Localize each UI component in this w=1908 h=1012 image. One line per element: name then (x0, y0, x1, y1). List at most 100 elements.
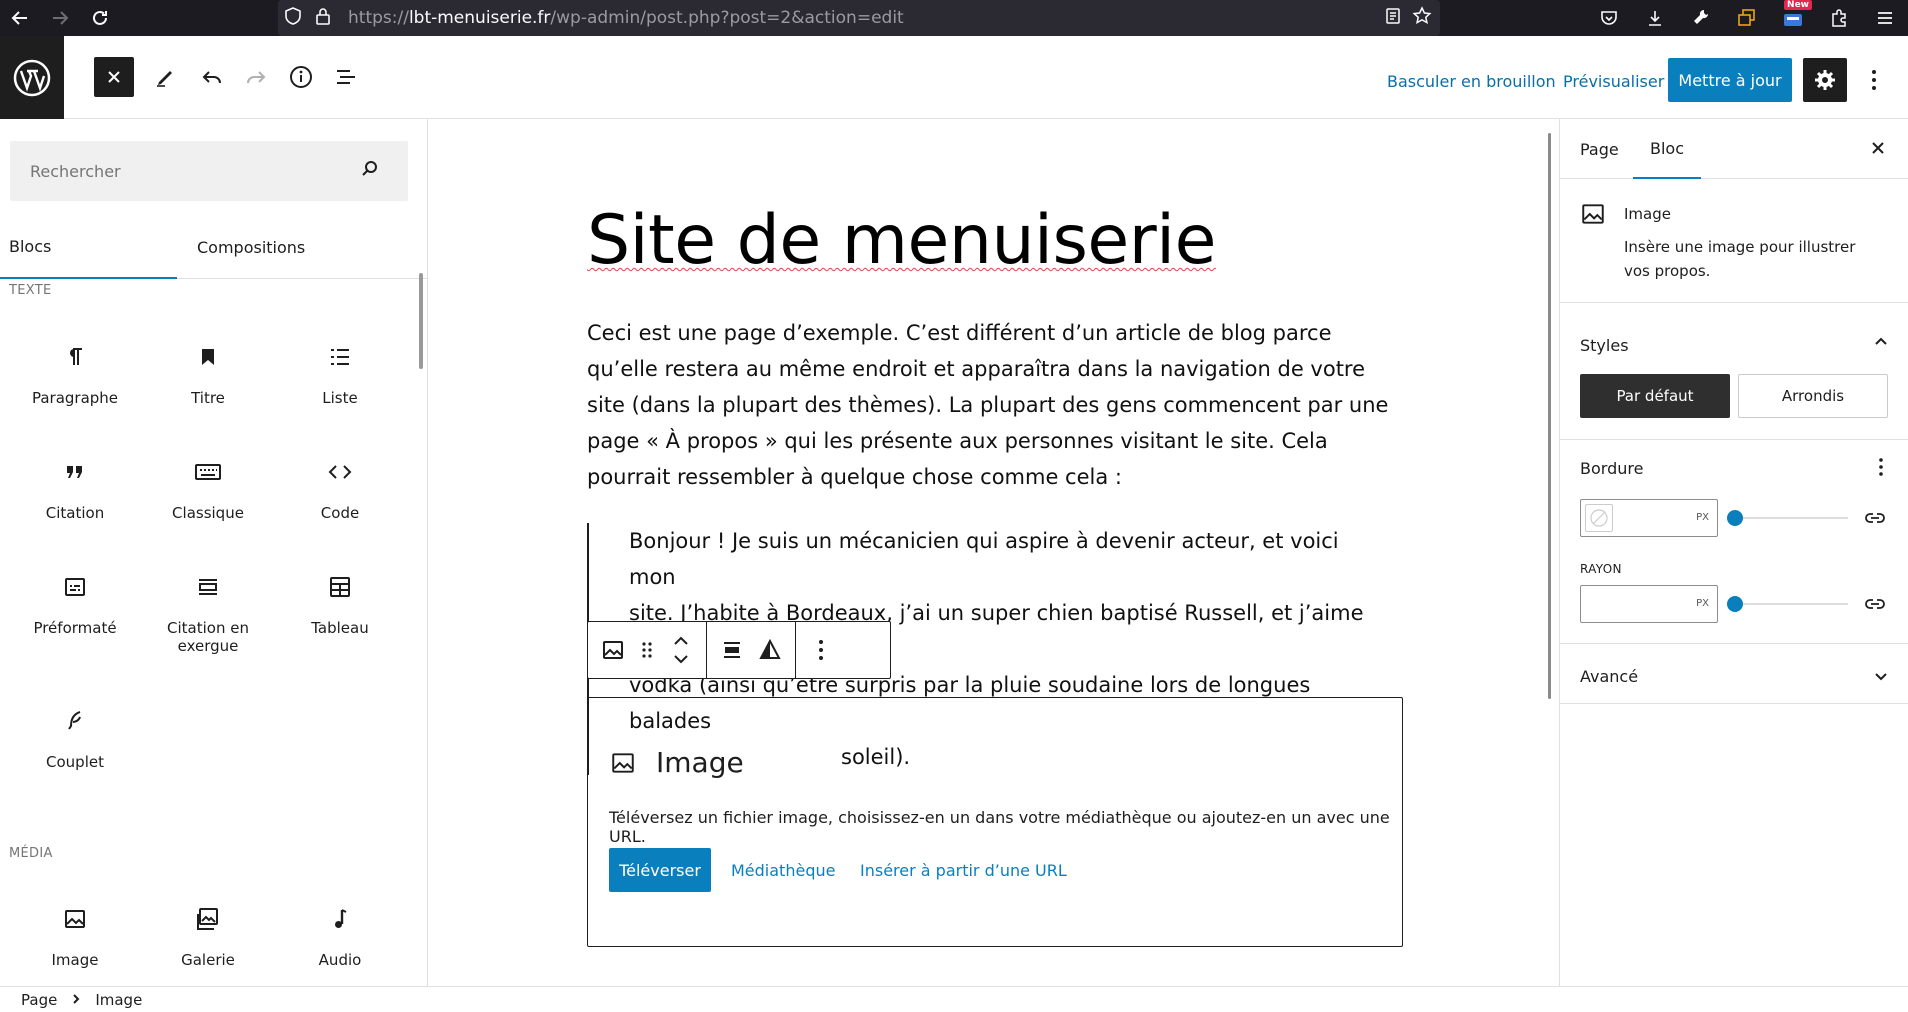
radius-slider-track[interactable] (1732, 603, 1848, 605)
media-library-button[interactable]: Médiathèque (731, 861, 835, 880)
extension-new-icon[interactable]: New (1770, 0, 1816, 36)
image-block-placeholder[interactable]: Image Téléversez un fichier image, chois… (587, 697, 1403, 947)
wordpress-logo-icon[interactable] (0, 36, 64, 119)
block-type-button[interactable] (594, 622, 632, 678)
download-icon[interactable] (1632, 0, 1678, 36)
block-search-input[interactable] (10, 141, 350, 201)
block-item-verse[interactable]: Couplet (10, 701, 140, 771)
url-bar[interactable]: https://lbt-menuiserie.fr/wp-admin/post.… (278, 0, 1440, 36)
breadcrumb-item[interactable]: Page (21, 991, 57, 1009)
block-item-audio[interactable]: Audio (275, 899, 405, 969)
hamburger-menu-icon[interactable] (1862, 0, 1908, 36)
radius-slider-thumb[interactable] (1727, 596, 1743, 612)
block-search[interactable] (10, 141, 408, 201)
link-corners-icon[interactable] (1863, 593, 1887, 619)
block-item-gallery[interactable]: Galerie (143, 899, 273, 969)
border-width-input[interactable]: PX (1580, 499, 1718, 537)
block-item-pullquote[interactable]: Citation en exergue (143, 567, 273, 655)
preview-button[interactable]: Prévisualiser (1563, 72, 1664, 91)
divider (1560, 643, 1908, 644)
border-width-slider-thumb[interactable] (1727, 510, 1743, 526)
editor-canvas: Site de menuiserie Ceci est une page d’e… (429, 119, 1559, 986)
more-vertical-icon[interactable] (1878, 457, 1884, 481)
url-text[interactable]: https://lbt-menuiserie.fr/wp-admin/post.… (348, 8, 904, 28)
style-default-button[interactable]: Par défaut (1580, 374, 1730, 418)
wrench-icon[interactable] (1678, 0, 1724, 36)
insert-from-url-button[interactable]: Insérer à partir d’une URL (860, 861, 1067, 880)
block-item-image[interactable]: Image (10, 899, 140, 969)
radius-input[interactable]: PX (1580, 585, 1718, 623)
tab-patterns[interactable]: Compositions (197, 215, 305, 279)
post-title[interactable]: Site de menuiserie (587, 201, 1216, 280)
image-icon (1580, 201, 1606, 231)
upload-button[interactable]: Téléverser (609, 848, 711, 892)
block-options-button[interactable] (802, 622, 840, 678)
block-item-label: Couplet (46, 753, 104, 771)
border-color-swatch[interactable] (1585, 504, 1613, 532)
lock-icon[interactable] (308, 7, 338, 30)
inserter-scrollbar[interactable] (419, 273, 423, 369)
close-inserter-button[interactable] (94, 57, 134, 97)
edit-tools-button[interactable] (146, 57, 186, 97)
close-sidebar-button[interactable] (1863, 133, 1893, 163)
block-item-label: Classique (172, 504, 244, 522)
switch-to-draft-button[interactable]: Basculer en brouillon (1387, 72, 1556, 91)
close-icon (108, 71, 120, 83)
tab-blocks[interactable]: Blocs (0, 215, 177, 279)
tab-page[interactable]: Page (1580, 119, 1619, 179)
chevron-down-icon[interactable] (1872, 667, 1890, 689)
border-width-slider-track[interactable] (1732, 517, 1848, 519)
align-center-icon (724, 642, 740, 658)
breadcrumb: Page Image (0, 986, 1908, 1012)
quote-line: Bonjour ! Je suis un mécanicien qui aspi… (629, 529, 1339, 589)
back-icon[interactable] (0, 0, 40, 36)
block-item-quote[interactable]: Citation (10, 452, 140, 522)
style-rounded-button[interactable]: Arrondis (1738, 374, 1888, 418)
category-title-media: MÉDIA (9, 846, 53, 861)
block-item-classic[interactable]: Classique (143, 452, 273, 522)
tab-block[interactable]: Bloc (1633, 119, 1701, 179)
drag-handle[interactable] (632, 622, 662, 678)
styles-panel-title[interactable]: Styles (1580, 336, 1629, 355)
url-host: lbt-menuiserie.fr (408, 8, 551, 28)
chevron-up-icon[interactable] (1872, 333, 1890, 355)
shield-icon[interactable] (278, 6, 308, 30)
breadcrumb-item[interactable]: Image (95, 991, 142, 1009)
update-button[interactable]: Mettre à jour (1668, 58, 1792, 102)
block-item-list[interactable]: Liste (275, 337, 405, 407)
block-card-title: Image (1624, 205, 1671, 223)
window-switch-icon[interactable] (1724, 0, 1770, 36)
block-item-heading[interactable]: Titre (143, 337, 273, 407)
forward-icon[interactable] (40, 0, 80, 36)
redo-icon (247, 71, 266, 84)
block-item-code[interactable]: Code (275, 452, 405, 522)
sidebar-tabs: Page Bloc (1560, 119, 1908, 179)
block-item-preformatted[interactable]: Préformaté (10, 567, 140, 637)
list-view-button[interactable] (326, 57, 366, 97)
image-icon (603, 641, 623, 659)
block-item-label: Liste (322, 389, 358, 407)
bookmark-star-icon[interactable] (1412, 6, 1432, 30)
block-item-paragraph[interactable]: Paragraphe (10, 337, 140, 407)
align-button[interactable] (713, 622, 751, 678)
redo-button[interactable] (236, 57, 276, 97)
code-icon (275, 452, 405, 492)
details-button[interactable] (281, 57, 321, 97)
reload-icon[interactable] (80, 0, 120, 36)
move-up-down-button[interactable] (662, 622, 700, 678)
duotone-button[interactable] (751, 622, 789, 678)
link-sides-icon[interactable] (1863, 507, 1887, 533)
pocket-icon[interactable] (1586, 0, 1632, 36)
options-button[interactable] (1858, 58, 1890, 102)
reader-view-icon[interactable] (1384, 7, 1402, 29)
settings-sidebar: Page Bloc Image Insère une image pour il… (1559, 119, 1908, 986)
canvas-scrollbar[interactable] (1548, 133, 1551, 699)
image-icon (610, 750, 636, 780)
settings-button[interactable] (1803, 58, 1847, 102)
verse-icon (10, 701, 140, 741)
advanced-panel-title[interactable]: Avancé (1580, 667, 1638, 686)
undo-button[interactable] (192, 57, 232, 97)
paragraph-block[interactable]: Ceci est une page d’exemple. C’est diffé… (587, 315, 1407, 495)
block-item-table[interactable]: Tableau (275, 567, 405, 637)
puzzle-icon[interactable] (1816, 0, 1862, 36)
